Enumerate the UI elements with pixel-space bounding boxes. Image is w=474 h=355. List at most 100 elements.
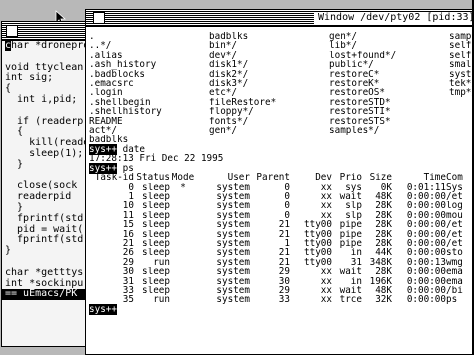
ls-entry: ..*/ [89, 41, 112, 51]
ps-cell: 28K [375, 238, 392, 249]
ps-cell: system [216, 229, 250, 239]
ps-row: 11 sleep system 0 xx slp 28K 0:00:00mou [89, 211, 473, 220]
ls-row: .login etc*/ restoreOS* tmp*/ [89, 88, 473, 97]
ps-cell: pipe [339, 220, 362, 230]
ps-cell: sleep [142, 220, 170, 230]
ps-cell: 0:00:00 [406, 295, 446, 305]
ps-cell: Size [369, 173, 392, 183]
ls-row: act*/ gen*/ samples*/ [89, 126, 473, 135]
ps-cell: 29 [278, 285, 290, 296]
ps-row: 35 run system 33 xx trce 32K 0:00:00ps [89, 295, 473, 304]
ls-entry: public*/ [329, 60, 374, 70]
ps-cell: 0:00:00 [406, 229, 446, 239]
ps-cell: ema [446, 276, 463, 286]
editor-line: fprintf(std [5, 234, 84, 246]
ps-cell: 0 [284, 182, 290, 192]
ls-entry: tek*/ [449, 79, 473, 89]
close-box-icon[interactable] [6, 25, 18, 37]
ps-cell: tty00 [304, 238, 332, 249]
ps-cell: sleep [142, 229, 170, 239]
ps-cell: tty00 [304, 248, 332, 258]
ls-entry: disk2*/ [209, 69, 249, 80]
ps-cell: 0 [284, 191, 290, 202]
ps-cell-id: 1 [128, 191, 134, 202]
ps-cell: tty00 [304, 257, 332, 268]
ps-cell: 48K [375, 191, 392, 202]
ps-cell: sleep [142, 285, 170, 296]
ps-cell: system [216, 276, 250, 286]
ps-cell-id: 26 [122, 248, 134, 258]
ps-cell: 33 [278, 295, 290, 305]
ps-cell: 0 [284, 201, 290, 211]
terminal-output[interactable]: .badblksgen*/samp..*/bin*/lib*/selft.ali… [89, 32, 473, 354]
ps-row: 26 sleep system 21 tty00 in 44K 0:00:00sto [89, 248, 473, 257]
ps-cell: sleep [142, 267, 170, 277]
ps-header: Task-id Status Mode User Parent Dev Prio Size Ti… [89, 173, 473, 182]
ps-cell: xx [320, 182, 332, 192]
ls-entry: restoreSTD* [329, 97, 391, 108]
ps-cell: 31 [350, 257, 362, 268]
editor-line: fprintf(std [5, 212, 84, 224]
ps-cell: sto [446, 248, 463, 258]
ls-entry: samples*/ [329, 126, 380, 136]
ps-cell: 0:01:11 [406, 182, 446, 192]
ps-cell: wait [339, 191, 362, 202]
editor-status-line: == uEmacs/PK [2, 289, 96, 301]
ps-cell: sleep [142, 238, 170, 249]
date-output: 17:28:13 Fri Dec 22 1995 [89, 153, 224, 165]
ps-cell: 1 [284, 238, 290, 249]
ps-cell-id: 30 [122, 267, 134, 277]
ps-cell: Mode [171, 173, 195, 183]
terminal-titlebar[interactable]: Window /dev/pty02 [pid:33] [86, 10, 473, 27]
ls-entry: .login [89, 88, 123, 98]
ps-cell: system [216, 285, 250, 296]
ls-entry: act*/ [89, 126, 117, 136]
ls-entry: .badblocks [89, 69, 145, 80]
ps-cell: wait [339, 267, 362, 277]
ls-row: badblks [89, 135, 473, 144]
ps-cell: system [216, 191, 250, 202]
ps-cell: 21 [278, 257, 290, 268]
ls-entry: restoreC* [329, 69, 380, 80]
ps-row: 31 sleep system 30 xx in 196K 0:00:00ema [89, 277, 473, 286]
ls-entry: etc*/ [209, 88, 237, 98]
ps-row: 1 sleep system 0 xx wait 48K 0:00:00/et [89, 192, 473, 201]
ps-cell: mou [446, 210, 463, 221]
ps-cell: 21 [278, 220, 290, 230]
ps-cell: Com [446, 173, 463, 183]
ps-row: 10 sleep system 0 xx slp 28K 0:00:00log [89, 201, 473, 210]
ps-cell: Time [423, 173, 446, 183]
ls-entry: fileRestore* [209, 97, 277, 108]
ps-cell: sleep [142, 191, 170, 202]
ps-cell-id: 33 [122, 285, 134, 296]
ps-cell: 196K [369, 276, 392, 286]
terminal-window[interactable]: Window /dev/pty02 [pid:33] . badblks gen*/… [85, 9, 474, 355]
ps-cell: xx [320, 201, 332, 211]
ps-cell: /et [446, 229, 463, 239]
ps-cell: ps [446, 295, 458, 305]
editor-buffer[interactable]: char *droneprompt void ttycleanint sig;{… [2, 40, 96, 346]
close-box-icon[interactable] [93, 12, 105, 24]
ls-entry: selft [449, 41, 473, 51]
ps-cell: 28K [375, 210, 392, 221]
ps-cell: 21 [278, 248, 290, 258]
ls-entry: .shellhistory [89, 107, 162, 117]
ps-cell-id: 0 [128, 182, 134, 192]
ps-cell: pipe [339, 229, 362, 239]
ps-cell: sleep [142, 210, 170, 221]
ls-row: .shellbegin fileRestore* restoreSTD* [89, 98, 473, 107]
editor-titlebar[interactable] [2, 22, 96, 41]
ls-entry: tmp*/ [449, 88, 473, 98]
ls-entry: selft [449, 50, 473, 61]
ps-cell-id: 11 [122, 210, 134, 221]
ls-entry: fonts*/ [209, 116, 249, 127]
ls-entry: .alias [89, 50, 123, 61]
ps-cell: system [216, 248, 250, 258]
ps-row: 29 run system 21 tty00 31 348K 0:00:13wmg [89, 258, 473, 267]
ps-cell: log [446, 201, 463, 211]
ls-entry: lost+found*/ [329, 50, 397, 61]
ps-cell: 44K [375, 248, 392, 258]
editor-window[interactable]: char *droneprompt void ttycleanint sig;{… [1, 21, 97, 347]
